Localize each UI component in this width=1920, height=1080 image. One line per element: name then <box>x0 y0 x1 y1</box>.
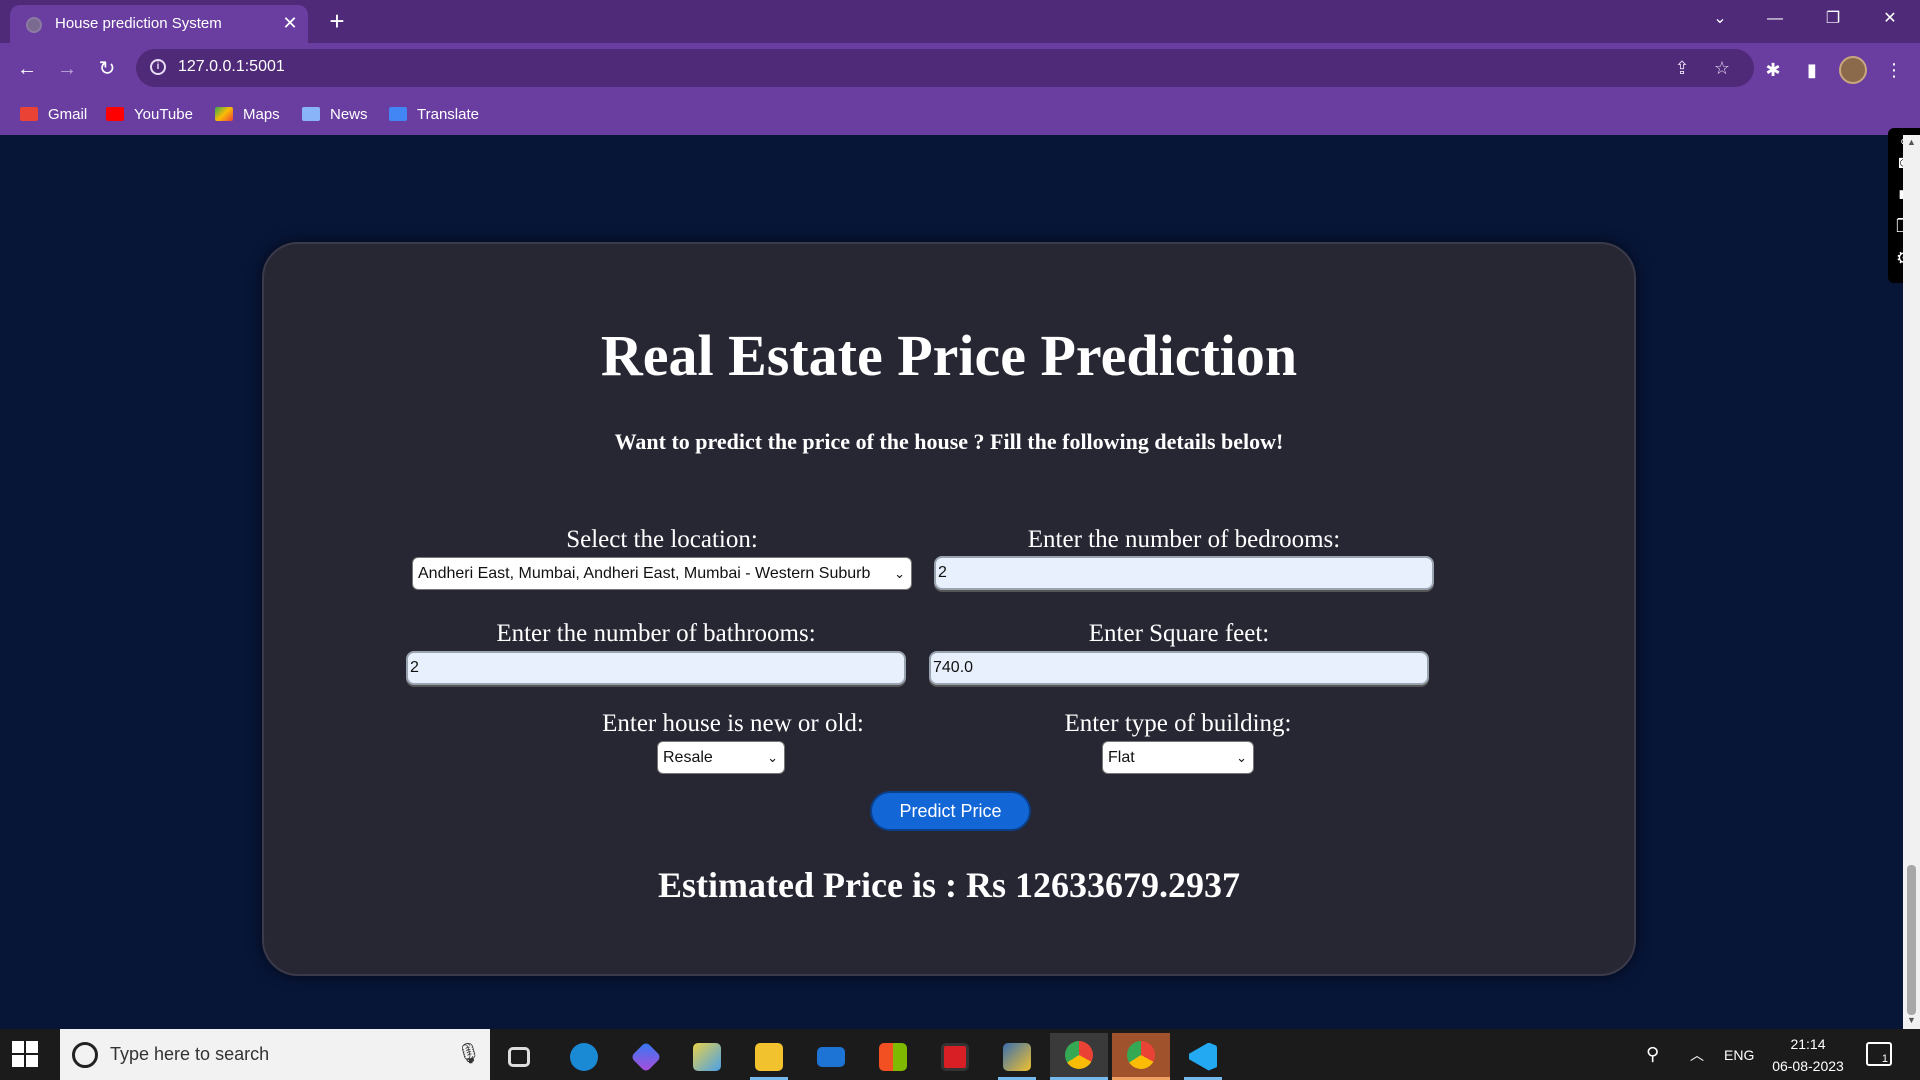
bookmark-gmail[interactable]: Gmail <box>20 102 87 126</box>
bedrooms-input[interactable]: 2 <box>934 556 1434 590</box>
sqft-label: Enter Square feet: <box>1088 620 1270 647</box>
building-value: Flat <box>1108 749 1135 766</box>
reload-icon[interactable]: ↻ <box>92 55 122 85</box>
globe-icon <box>26 17 42 33</box>
address-bar[interactable]: i 127.0.0.1:5001 ⇪ ☆ <box>136 49 1754 87</box>
browser-tab[interactable]: House prediction System ✕ <box>10 5 308 43</box>
scroll-down-icon[interactable]: ▼ <box>1906 1015 1917 1026</box>
bathrooms-label: Enter the number of bathrooms: <box>496 620 816 647</box>
taskbar-search-box[interactable]: Type here to search 🎙 <box>60 1029 490 1080</box>
minimize-icon[interactable]: — <box>1755 4 1795 34</box>
restore-icon[interactable]: ❐ <box>1813 4 1853 34</box>
scrollbar-thumb[interactable] <box>1907 865 1916 1015</box>
notification-center-icon[interactable]: 1 <box>1866 1042 1892 1066</box>
bookmark-label: Maps <box>243 105 280 123</box>
page-title: Real Estate Price Prediction <box>600 323 1298 388</box>
browser-chrome: House prediction System ✕ + ⌄ — ❐ ✕ ← → … <box>0 0 1920 135</box>
side-panel-icon[interactable]: ▮ <box>1797 55 1827 85</box>
chevron-down-icon: ⌄ <box>894 566 905 581</box>
site-info-icon[interactable]: i <box>150 59 166 75</box>
bookmark-label: Translate <box>417 105 479 123</box>
bookmark-maps[interactable]: Maps <box>215 102 280 126</box>
prediction-card: Real Estate Price Prediction Want to pre… <box>262 242 1636 976</box>
back-arrow-icon[interactable]: ← <box>12 55 42 85</box>
page-subtitle: Want to predict the price of the house ?… <box>614 429 1284 454</box>
youtube-icon <box>106 107 124 121</box>
chrome-icon[interactable] <box>1050 1033 1108 1080</box>
forward-arrow-icon[interactable]: → <box>52 55 82 85</box>
mail-icon[interactable] <box>802 1033 860 1080</box>
url-text[interactable]: 127.0.0.1:5001 <box>178 58 285 76</box>
location-value: Andheri East, Mumbai, Andheri East, Mumb… <box>418 565 871 582</box>
newold-label: Enter house is new or old: <box>602 710 864 737</box>
chevron-down-icon: ⌄ <box>767 750 778 765</box>
microphone-icon[interactable]: 🎙 <box>456 1041 481 1067</box>
screen-recorder-icon[interactable] <box>926 1033 984 1080</box>
edge-icon[interactable] <box>555 1033 613 1080</box>
tab-title: House prediction System <box>55 15 222 32</box>
tab-strip: House prediction System ✕ + ⌄ — ❐ ✕ <box>0 0 1920 43</box>
language-indicator[interactable]: ENG <box>1724 1029 1754 1080</box>
people-icon[interactable]: ⚲ <box>1646 1029 1659 1080</box>
menu-kebab-icon[interactable]: ⋮ <box>1879 55 1909 85</box>
clock-time: 21:14 <box>1790 1036 1826 1052</box>
extensions-puzzle-icon[interactable]: ✱ <box>1758 55 1788 85</box>
notification-count: 1 <box>1881 1053 1888 1065</box>
estimated-price-text: Estimated Price is : Rs 12633679.2937 <box>658 865 1240 905</box>
newold-select[interactable]: Resale ⌄ <box>657 741 785 774</box>
page-content: Real Estate Price Prediction Want to pre… <box>0 135 1920 1029</box>
maps-icon <box>215 107 233 121</box>
bookmark-youtube[interactable]: YouTube <box>106 102 193 126</box>
bookmark-star-icon[interactable]: ☆ <box>1710 56 1734 80</box>
bookmarks-bar: Gmail YouTube Maps News Translate <box>0 99 1920 129</box>
share-icon[interactable]: ⇪ <box>1670 56 1694 80</box>
tray-chevron-icon[interactable]: ︿ <box>1690 1029 1704 1080</box>
bookmark-label: News <box>330 105 368 123</box>
predict-price-button[interactable]: Predict Price <box>870 791 1031 831</box>
location-label: Select the location: <box>566 526 758 553</box>
bookmark-label: Gmail <box>48 105 88 123</box>
bookmark-news[interactable]: News <box>302 102 368 126</box>
3d-viewer-icon[interactable] <box>678 1033 736 1080</box>
building-label: Enter type of building: <box>1064 710 1292 737</box>
copilot-icon[interactable] <box>617 1033 675 1080</box>
building-select[interactable]: Flat ⌄ <box>1102 741 1254 774</box>
bedrooms-label: Enter the number of bedrooms: <box>1027 526 1341 553</box>
sqft-input[interactable]: 740.0 <box>929 651 1429 685</box>
close-tab-icon[interactable]: ✕ <box>280 13 300 33</box>
chevron-down-icon: ⌄ <box>1236 750 1247 765</box>
chrome-beta-icon[interactable] <box>1112 1033 1170 1080</box>
clock[interactable]: 21:14 06-08-2023 <box>1768 1033 1848 1077</box>
tab-search-icon[interactable]: ⌄ <box>1700 4 1740 34</box>
store-icon[interactable] <box>864 1033 922 1080</box>
new-tab-button[interactable]: + <box>322 6 352 36</box>
gmail-icon <box>20 107 38 121</box>
translate-icon <box>389 107 407 121</box>
windows-start-icon[interactable] <box>12 1041 40 1069</box>
task-view-icon[interactable] <box>490 1033 548 1080</box>
file-explorer-icon[interactable] <box>740 1033 798 1080</box>
bookmark-label: YouTube <box>134 105 193 123</box>
bathrooms-input[interactable]: 2 <box>406 651 906 685</box>
location-select[interactable]: Andheri East, Mumbai, Andheri East, Mumb… <box>412 557 912 590</box>
vscode-icon[interactable] <box>1174 1033 1232 1080</box>
news-icon <box>302 107 320 121</box>
cortana-icon <box>72 1042 98 1068</box>
scroll-up-icon[interactable]: ▲ <box>1906 137 1917 148</box>
window-close-icon[interactable]: ✕ <box>1870 4 1910 34</box>
profile-avatar[interactable] <box>1839 56 1867 84</box>
python-installer-icon[interactable] <box>988 1033 1046 1080</box>
scrollbar[interactable]: ▲ ▼ <box>1903 135 1920 1029</box>
newold-value: Resale <box>663 749 713 766</box>
clock-date: 06-08-2023 <box>1772 1058 1844 1074</box>
taskbar-search-placeholder: Type here to search <box>110 1044 270 1064</box>
browser-toolbar: ← → ↻ i 127.0.0.1:5001 ⇪ ☆ ✱ ▮ ⋮ <box>0 43 1920 95</box>
bookmark-translate[interactable]: Translate <box>389 102 479 126</box>
windows-taskbar: Type here to search 🎙 ⚲ ︿ ENG 21:14 06-0… <box>0 1029 1920 1080</box>
